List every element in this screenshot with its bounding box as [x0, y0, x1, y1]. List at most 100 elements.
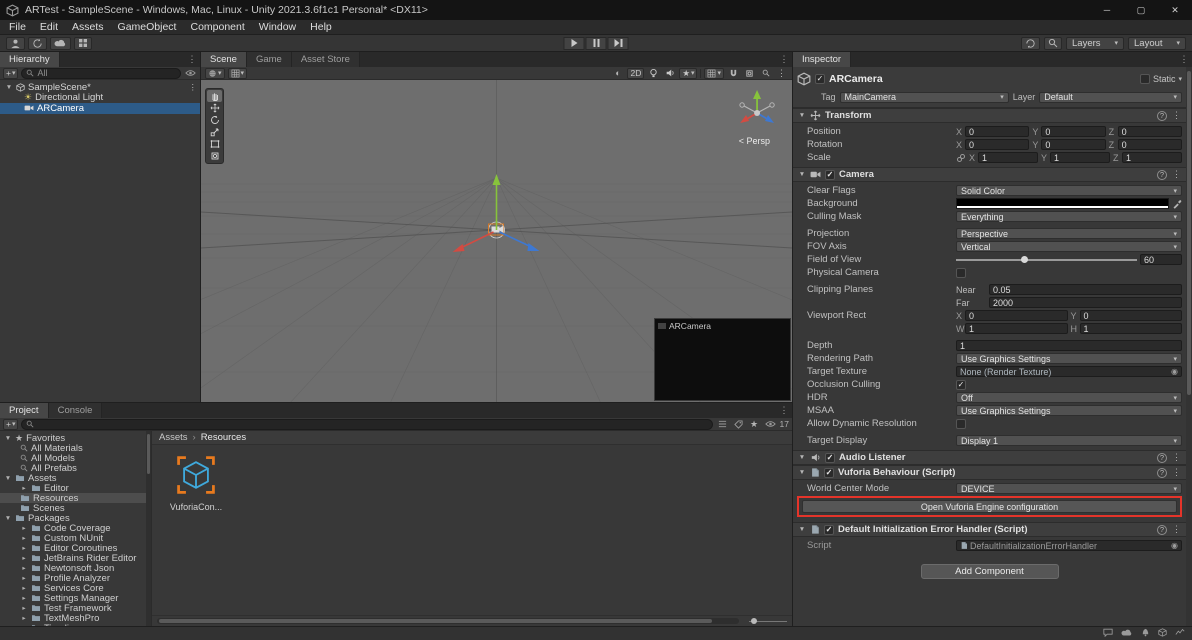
physical-camera-checkbox[interactable] [956, 267, 966, 278]
scene-row[interactable]: ▼ SampleScene* ⋮ [0, 82, 200, 93]
component-header-camera[interactable]: ▼ ✓ Camera ? ⋮ [793, 167, 1186, 182]
foldout-icon[interactable]: ▼ [5, 84, 13, 91]
vuforia-enabled-checkbox[interactable]: ✓ [824, 467, 834, 478]
perspective-label[interactable]: < Persp [739, 136, 770, 146]
panel-menu-icon[interactable]: ⋮ [776, 403, 792, 418]
menu-gameobject[interactable]: GameObject [111, 21, 184, 33]
add-component-button[interactable]: Add Component [920, 564, 1059, 579]
search-by-label-icon[interactable] [732, 419, 745, 430]
create-add-button[interactable]: + ▾ [3, 67, 19, 79]
foldout-icon[interactable]: ▼ [798, 469, 806, 476]
tab-game[interactable]: Game [246, 52, 292, 67]
package-folder[interactable]: ▸ Code Coverage [0, 523, 151, 534]
hdr-dropdown[interactable]: Off ▾ [956, 392, 1182, 403]
audio-toggle-icon[interactable] [663, 68, 676, 79]
save-search-star-icon[interactable]: ★ [748, 419, 761, 430]
menu-icon[interactable]: ⋮ [1172, 452, 1181, 463]
package-folder[interactable]: ▸ Timeline [0, 623, 151, 626]
maximize-button[interactable]: ▢ [1124, 0, 1158, 20]
camera-enabled-checkbox[interactable]: ✓ [825, 169, 835, 180]
breadcrumb-assets[interactable]: Assets [159, 432, 188, 443]
menu-file[interactable]: File [2, 21, 33, 33]
tab-asset-store[interactable]: Asset Store [291, 52, 360, 67]
package-folder[interactable]: ▸ Editor Coroutines [0, 543, 151, 554]
pause-button[interactable] [585, 36, 607, 50]
gameobject-enabled-checkbox[interactable]: ✓ [815, 74, 825, 84]
statusbar-bell-icon[interactable] [1141, 627, 1150, 640]
hidden-packages-icon[interactable] [764, 419, 777, 430]
project-content-area[interactable]: VuforiaCon... [152, 445, 792, 615]
tab-console[interactable]: Console [48, 403, 103, 418]
gizmos-dropdown[interactable] [743, 68, 756, 79]
scale-y-field[interactable]: 1 [1050, 152, 1110, 163]
viewport-y-field[interactable]: 0 [1079, 310, 1182, 321]
rotate-tool[interactable] [207, 114, 222, 126]
package-folder[interactable]: ▸ Settings Manager [0, 593, 151, 604]
field-of-view-field[interactable]: 60 [1140, 254, 1182, 265]
static-toggle[interactable]: Static ▾ [1139, 74, 1182, 84]
assets-root-folder[interactable]: ▼ Assets [0, 473, 151, 484]
gameobject-name[interactable]: ARCamera [829, 73, 883, 85]
2d-toggle[interactable]: 2D [627, 67, 645, 79]
package-folder[interactable]: ▸ Custom NUnit [0, 533, 151, 544]
menu-icon[interactable]: ⋮ [1172, 524, 1181, 535]
search-by-type-icon[interactable] [716, 419, 729, 430]
camera-view-icon[interactable]: ◐ [611, 68, 624, 79]
scene-menu-icon[interactable]: ⋮ [189, 82, 198, 93]
statusbar-package-icon[interactable] [1158, 627, 1167, 640]
menu-icon[interactable]: ⋮ [1172, 467, 1181, 478]
scale-x-field[interactable]: 1 [978, 152, 1038, 163]
transform-tool[interactable] [207, 150, 222, 162]
asset-item-vuforia-configuration[interactable]: VuforiaCon... [164, 453, 228, 512]
help-icon[interactable]: ? [1157, 467, 1167, 478]
snap-magnet-icon[interactable] [727, 68, 740, 79]
grid-dropdown[interactable]: ▾ [704, 67, 724, 79]
foldout-icon[interactable]: ▼ [798, 454, 806, 461]
culling-mask-dropdown[interactable]: Everything ▾ [956, 211, 1182, 222]
cloud-icon[interactable] [50, 36, 71, 50]
tab-scene[interactable]: Scene [201, 52, 247, 67]
statusbar-activity-icon[interactable] [1175, 628, 1185, 639]
tag-dropdown[interactable]: MainCamera ▾ [839, 91, 1009, 103]
layout-dropdown[interactable]: Layout ▾ [1128, 36, 1186, 50]
script-object-field[interactable]: DefaultInitializationErrorHandler ◉ [956, 540, 1182, 551]
package-folder[interactable]: ▸ Newtonsoft Json [0, 563, 151, 574]
component-header-error-handler[interactable]: ▼ ✓ Default Initialization Error Handler… [793, 522, 1186, 537]
inspector-scrollbar[interactable] [1186, 67, 1192, 626]
position-z-field[interactable]: 0 [1117, 126, 1182, 137]
world-center-mode-dropdown[interactable]: DEVICE ▾ [956, 483, 1182, 494]
error-handler-enabled-checkbox[interactable]: ✓ [824, 524, 834, 535]
hierarchy-item-directional-light[interactable]: ☀ Directional Light [0, 92, 200, 103]
component-header-transform[interactable]: ▼ Transform ? ⋮ [793, 108, 1186, 123]
lighting-toggle-icon[interactable] [647, 68, 660, 79]
help-icon[interactable]: ? [1157, 110, 1167, 121]
play-button[interactable] [563, 36, 585, 50]
project-horizontal-scrollbar[interactable] [157, 618, 739, 624]
panel-menu-icon[interactable]: ⋮ [184, 52, 200, 67]
rotation-z-field[interactable]: 0 [1117, 139, 1182, 150]
effects-dropdown[interactable]: ★ ▾ [679, 67, 698, 79]
package-folder[interactable]: ▸ TextMeshPro [0, 613, 151, 624]
viewport-x-field[interactable]: 0 [965, 310, 1068, 321]
help-icon[interactable]: ? [1157, 169, 1167, 180]
help-icon[interactable]: ? [1157, 452, 1167, 463]
menu-icon[interactable]: ⋮ [1172, 169, 1181, 180]
tab-inspector[interactable]: Inspector [793, 52, 852, 67]
step-button[interactable] [607, 36, 629, 50]
package-folder[interactable]: ▸ Services Core [0, 583, 151, 594]
eye-icon[interactable] [184, 68, 197, 79]
rendering-path-dropdown[interactable]: Use Graphics Settings ▾ [956, 353, 1182, 364]
field-of-view-slider[interactable] [956, 254, 1137, 265]
hierarchy-search-input[interactable]: All [21, 67, 181, 79]
depth-field[interactable]: 1 [956, 340, 1182, 351]
clipping-far-field[interactable]: 2000 [989, 297, 1182, 308]
eyedropper-icon[interactable] [1172, 199, 1182, 209]
component-header-audio-listener[interactable]: ▼ ✓ Audio Listener ? ⋮ [793, 450, 1186, 465]
favorites-section[interactable]: ▼ ★ Favorites [0, 433, 151, 444]
overflow-menu-icon[interactable]: ⋮ [775, 68, 788, 79]
package-folder[interactable]: ▸ Profile Analyzer [0, 573, 151, 584]
position-y-field[interactable]: 0 [1041, 126, 1106, 137]
rotation-y-field[interactable]: 0 [1041, 139, 1106, 150]
scene-search-icon[interactable] [759, 68, 772, 79]
tab-project[interactable]: Project [0, 403, 49, 418]
